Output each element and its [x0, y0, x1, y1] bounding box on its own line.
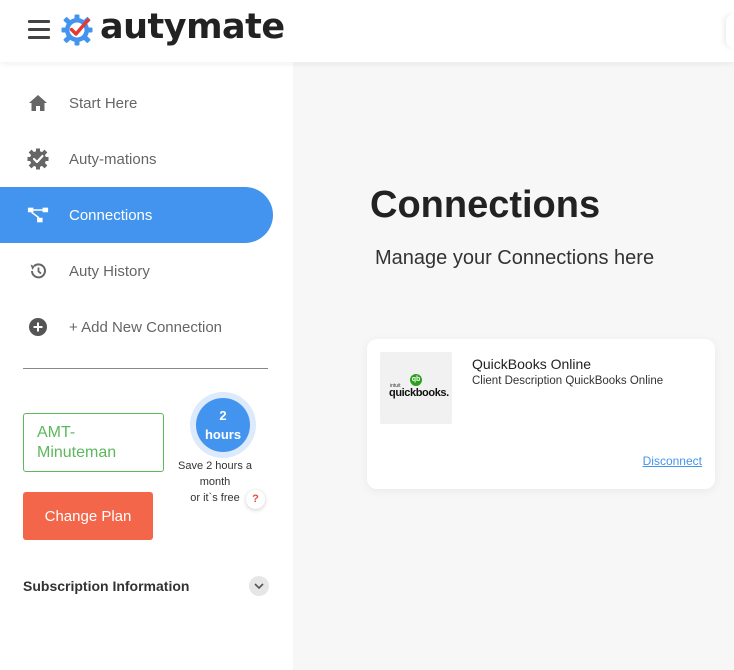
page-subtitle: Manage your Connections here — [375, 247, 655, 269]
brand-name: autymate — [100, 7, 285, 47]
sidebar: Start Here Auty-mations Connections Auty… — [0, 62, 293, 670]
gear-check-icon — [27, 148, 49, 170]
sidebar-item-auty-mations[interactable]: Auty-mations — [0, 131, 273, 187]
logo-gear-icon — [61, 14, 93, 46]
sidebar-item-add-new-connection[interactable]: + Add New Connection — [0, 299, 273, 355]
sidebar-divider — [23, 368, 268, 369]
sidebar-item-start-here[interactable]: Start Here — [0, 75, 273, 131]
sidebar-item-label: + Add New Connection — [69, 318, 223, 336]
connection-name: QuickBooks Online — [472, 356, 592, 372]
hours-circle: 2 hours — [196, 398, 250, 452]
plus-circle-icon — [27, 316, 49, 338]
quickbooks-logo: qb intuit quickbooks. — [380, 352, 452, 424]
connection-card: qb intuit quickbooks. QuickBooks Online … — [367, 339, 715, 489]
disconnect-link[interactable]: Disconnect — [643, 454, 702, 468]
history-icon — [27, 260, 49, 282]
change-plan-button[interactable]: Change Plan — [23, 492, 153, 540]
sidebar-item-auty-history[interactable]: Auty History — [0, 243, 273, 299]
main-content: Connections Manage your Connections here… — [293, 62, 734, 670]
help-question-icon[interactable]: ? — [246, 490, 265, 509]
subscription-information-toggle[interactable]: Subscription Information — [23, 574, 269, 598]
plan-name-box: AMT-Minuteman — [23, 413, 164, 472]
header-edge — [726, 14, 734, 48]
sidebar-item-connections[interactable]: Connections — [0, 187, 273, 243]
hamburger-menu-icon[interactable] — [28, 20, 50, 40]
quickbooks-mark-icon: qb — [410, 374, 422, 386]
sidebar-item-label: Connections — [69, 206, 153, 224]
sidebar-item-label: Auty-mations — [69, 150, 157, 168]
hours-badge: 2 hours — [190, 392, 256, 458]
sidebar-item-label: Auty History — [69, 262, 150, 280]
subscription-label: Subscription Information — [23, 578, 190, 594]
hours-value: 2 — [219, 408, 227, 423]
save-line-1: Save 2 hours a month — [178, 460, 252, 488]
home-icon — [27, 92, 49, 114]
quickbooks-logo-text: quickbooks. — [389, 387, 449, 399]
hours-unit: hours — [204, 427, 242, 442]
top-bar: autymate — [0, 0, 734, 62]
connections-icon — [27, 204, 49, 226]
chevron-down-icon — [249, 576, 269, 596]
sidebar-item-label: Start Here — [69, 94, 138, 112]
connection-description: Client Description QuickBooks Online — [472, 375, 664, 387]
page-title: Connections — [370, 184, 601, 226]
